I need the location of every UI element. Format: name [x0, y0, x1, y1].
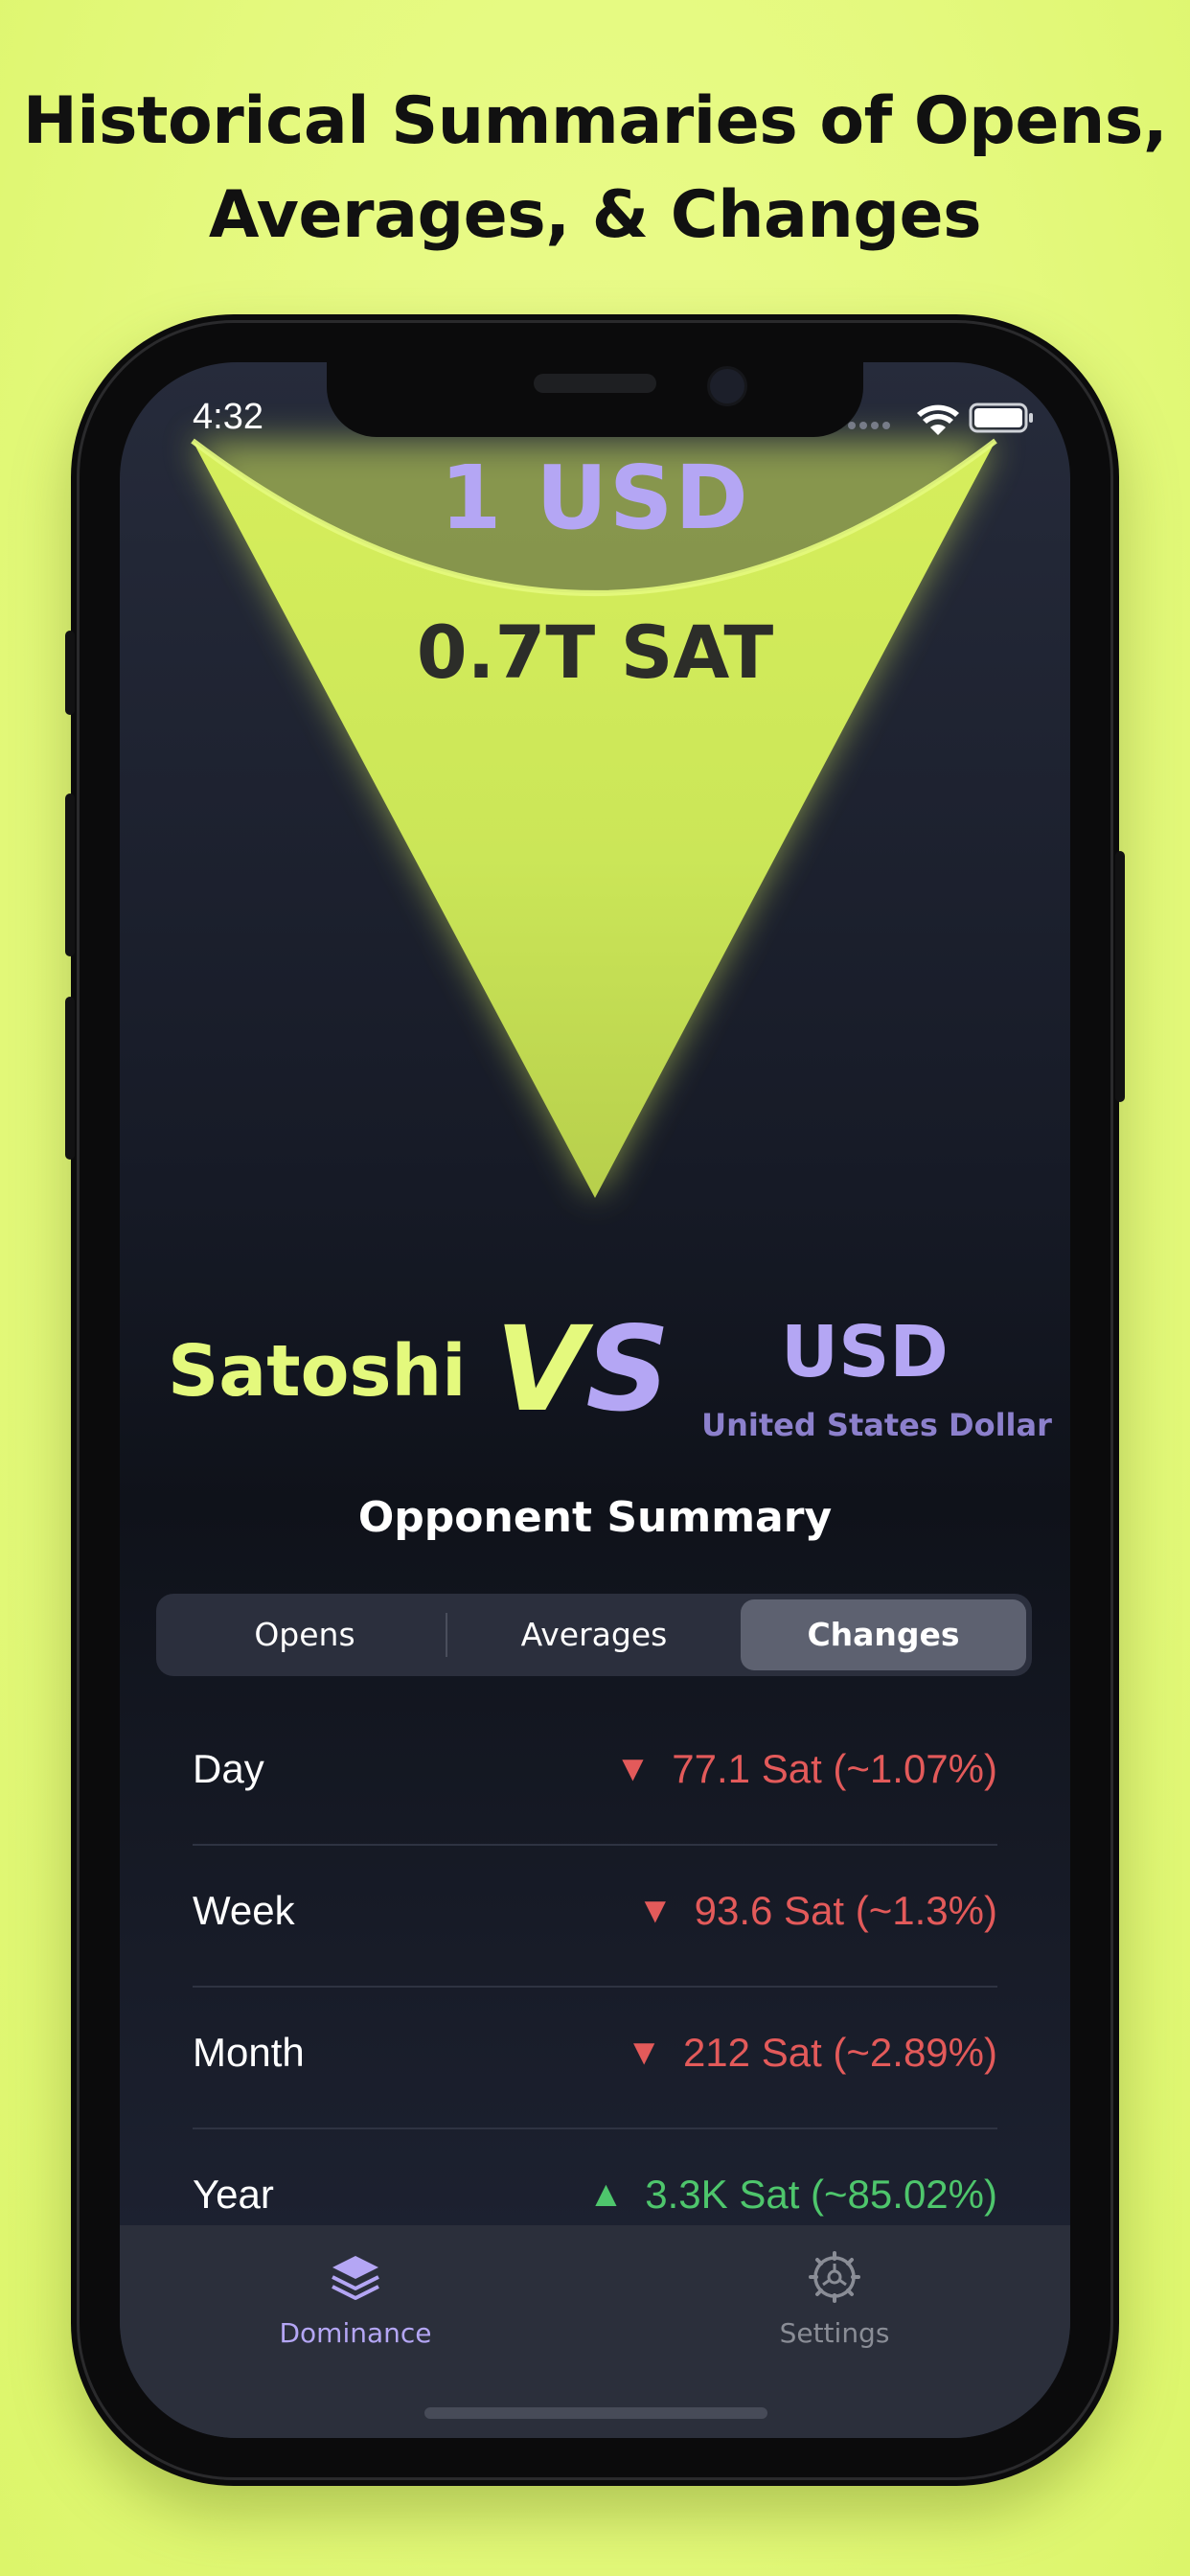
speaker-grille: [534, 374, 656, 393]
summary-title: Opponent Summary: [357, 1493, 833, 1542]
signal-dots-icon: [848, 422, 890, 429]
matchup-row: Satoshi VS USD United States Dollar: [120, 1282, 1070, 1443]
row-value: ▼ 77.1 Sat (~1.07%): [615, 1746, 997, 1792]
vs-v: V: [495, 1301, 586, 1438]
row-label: Week: [193, 1888, 295, 1933]
phone-frame: 4:32 1 USD 0.7T SAT Satoshi VS USD Unite…: [65, 314, 1125, 2486]
tab-dominance-label: Dominance: [279, 2317, 432, 2349]
mute-switch: [65, 631, 75, 715]
row-value: ▼ 93.6 Sat (~1.3%): [637, 1888, 997, 1934]
row-value: ▼ 212 Sat (~2.89%): [626, 2030, 997, 2076]
app-screen: 4:32 1 USD 0.7T SAT Satoshi VS USD Unite…: [120, 362, 1070, 2438]
tab-opens[interactable]: Opens: [162, 1599, 447, 1670]
headline-line-1: Historical Summaries of Opens,: [22, 83, 1168, 159]
row-value-text: 93.6 Sat (~1.3%): [694, 1888, 997, 1933]
power-button: [1115, 851, 1125, 1102]
row-value-text: 212 Sat (~2.89%): [682, 2030, 997, 2075]
status-time: 4:32: [193, 397, 263, 437]
down-arrow-icon: ▼: [626, 2033, 662, 2073]
list-item: Day ▼ 77.1 Sat (~1.07%): [193, 1704, 997, 1846]
left-opponent-name[interactable]: Satoshi: [168, 1330, 467, 1413]
stack-icon: [332, 2256, 379, 2300]
segment-divider: [446, 1613, 447, 1657]
gear-icon: [809, 2251, 860, 2303]
vs-label: VS: [495, 1301, 670, 1438]
volume-up-button: [65, 794, 75, 956]
notch: [327, 362, 863, 437]
base-amount: 1 USD: [440, 447, 750, 549]
up-arrow-icon: ▲: [587, 2174, 625, 2215]
status-indicators: [844, 399, 1036, 437]
tab-changes[interactable]: Changes: [741, 1599, 1026, 1670]
tab-averages[interactable]: Averages: [451, 1599, 737, 1670]
row-value: ▲ 3.3K Sat (~85.02%): [588, 2172, 997, 2218]
battery-icon: [969, 402, 1033, 433]
converted-amount: 0.7T SAT: [416, 610, 774, 695]
down-arrow-icon: ▼: [614, 1749, 652, 1789]
row-label: Month: [193, 2030, 305, 2075]
right-opponent-code[interactable]: USD: [781, 1311, 949, 1393]
row-value-text: 77.1 Sat (~1.07%): [672, 1746, 997, 1791]
summary-segmented-control: Opens Averages Changes: [156, 1594, 1032, 1676]
wifi-icon: [917, 404, 959, 435]
home-indicator[interactable]: [424, 2407, 767, 2419]
tab-settings[interactable]: Settings: [710, 2250, 959, 2349]
down-arrow-icon: ▼: [637, 1891, 674, 1931]
tab-settings-label: Settings: [779, 2317, 890, 2349]
front-camera: [707, 366, 747, 406]
row-label: Day: [193, 1746, 264, 1791]
tab-bar: Dominance Settings: [120, 2225, 1070, 2438]
row-label: Year: [193, 2172, 274, 2217]
list-item: Week ▼ 93.6 Sat (~1.3%): [193, 1846, 997, 1988]
headline-line-2: Averages, & Changes: [208, 177, 982, 253]
tab-dominance[interactable]: Dominance: [231, 2250, 480, 2349]
summary-list: Day ▼ 77.1 Sat (~1.07%) Week ▼ 93.6 Sat (~…: [193, 1704, 997, 2269]
headline: Historical Summaries of Opens, Averages,…: [0, 75, 1190, 263]
right-opponent-name[interactable]: United States Dollar: [695, 1407, 1059, 1443]
vs-s: S: [585, 1301, 671, 1438]
list-item: Month ▼ 212 Sat (~2.89%): [193, 1988, 997, 2129]
row-value-text: 3.3K Sat (~85.02%): [645, 2172, 997, 2217]
volume-down-button: [65, 997, 75, 1160]
